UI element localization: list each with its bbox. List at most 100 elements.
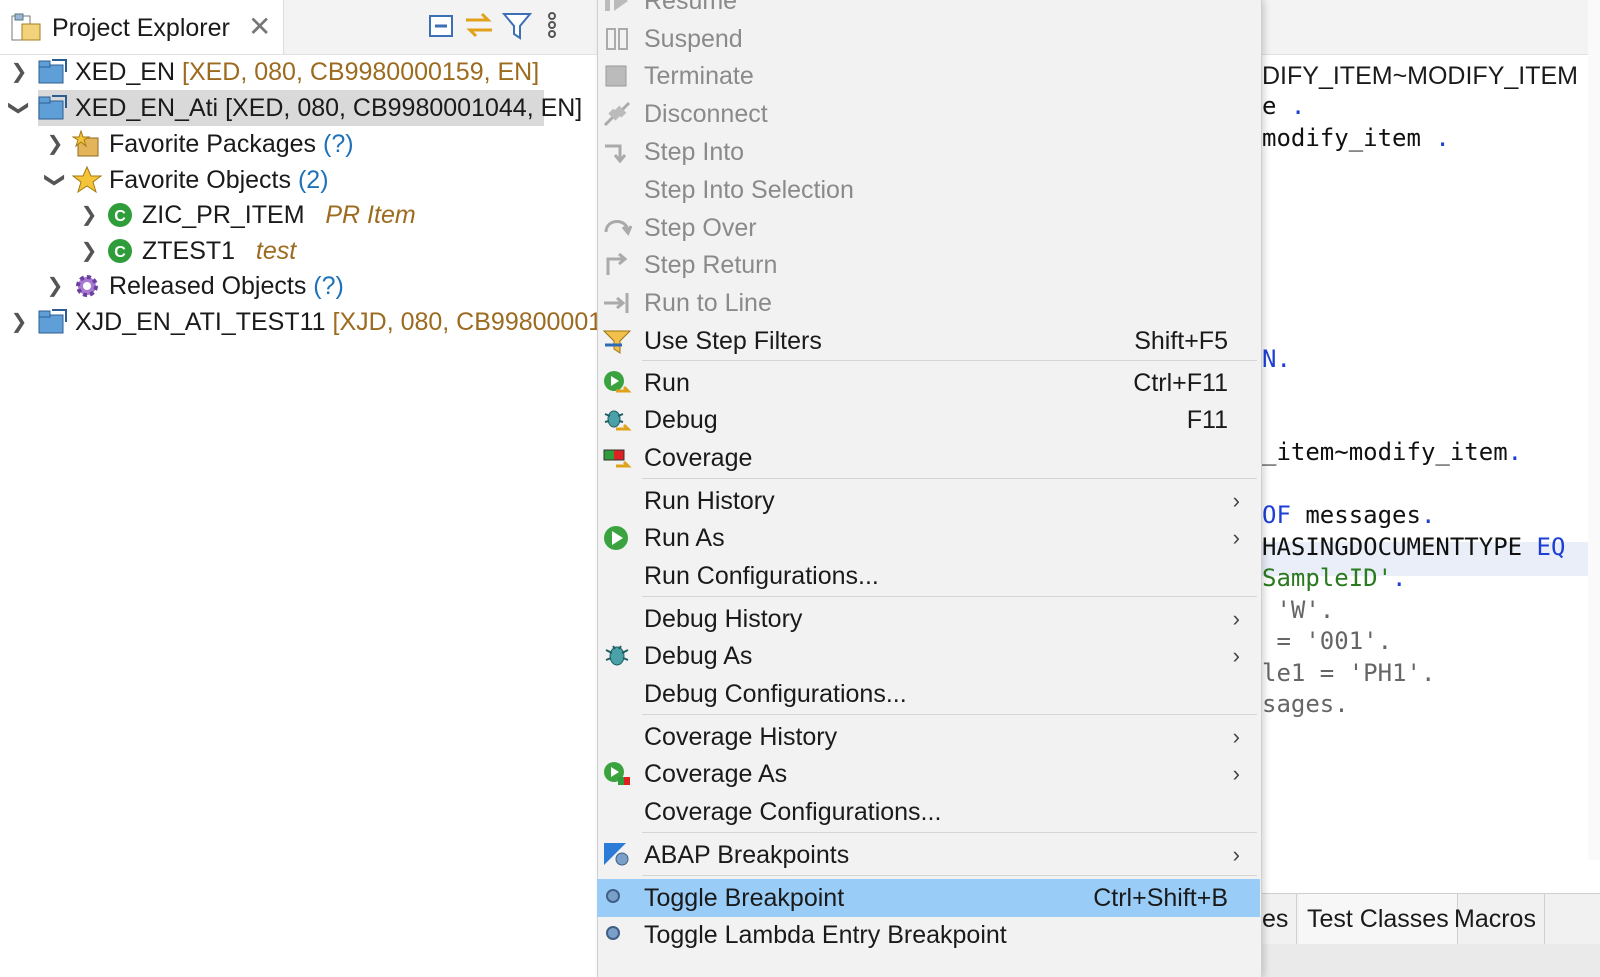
menu-item-debug-as[interactable]: Debug As ›	[597, 637, 1260, 675]
object-description: test	[255, 237, 297, 265]
menu-separator	[642, 714, 1257, 715]
project-name: XED_EN	[75, 58, 176, 86]
collapse-all-icon[interactable]	[424, 8, 458, 42]
run-icon	[604, 371, 632, 393]
code-line: SampleID'.	[1262, 564, 1407, 592]
expand-arrow-icon[interactable]: ❯	[44, 268, 66, 304]
gear-icon	[76, 275, 98, 297]
debug-as-bug-icon	[605, 645, 629, 666]
code-line: = '001'.	[1262, 627, 1393, 655]
coverage-as-icon	[604, 762, 630, 785]
expand-arrow-icon[interactable]: ❯	[8, 54, 30, 90]
menu-item-debug[interactable]: Debug F11	[597, 401, 1260, 439]
abap-project-icon	[38, 95, 67, 120]
code-line: OF messages.	[1262, 501, 1436, 529]
shortcut: Ctrl+Shift+B	[1093, 884, 1228, 912]
editor-tab-bar	[1262, 0, 1600, 55]
project-name: XED_EN_Ati	[75, 94, 219, 122]
favorite-packages-icon	[72, 130, 99, 157]
tab-project-explorer[interactable]: Project Explorer ✕	[0, 0, 284, 54]
suspend-icon	[606, 28, 628, 50]
code-line: _item~modify_item.	[1262, 438, 1523, 466]
menu-item-run-configurations[interactable]: Run Configurations...	[597, 557, 1260, 595]
tree-item-favorite-packages[interactable]: ❯ Favorite Packages (?)	[44, 126, 594, 162]
menu-item-toggle-lambda-entry-breakpoint[interactable]: Toggle Lambda Entry Breakpoint	[597, 916, 1260, 954]
breadcrumb[interactable]: DIFY_ITEM~MODIFY_ITEM ▶ if	[1262, 62, 1600, 91]
close-icon[interactable]: ✕	[248, 10, 271, 44]
coverage-icon	[603, 449, 632, 468]
menu-item-toggle-breakpoint[interactable]: Toggle Breakpoint Ctrl+Shift+B	[597, 879, 1260, 917]
menu-item-coverage-as[interactable]: Coverage As ›	[597, 755, 1260, 793]
step-into-icon	[605, 144, 627, 164]
menu-item-step-over: Step Over	[597, 209, 1260, 247]
abap-project-icon	[38, 309, 67, 334]
link-with-editor-icon[interactable]	[462, 8, 496, 42]
tree-item-xed-en[interactable]: ❯ XED_EN [XED, 080, CB9980000159, EN]	[8, 54, 598, 90]
menu-item-coverage-history[interactable]: Coverage History ›	[597, 718, 1260, 756]
abap-project-icon	[38, 59, 67, 84]
status-bar	[1262, 944, 1600, 977]
svg-text:C: C	[114, 244, 126, 261]
tree-item-favorite-objects[interactable]: ❯ Favorite Objects (2)	[44, 162, 594, 198]
tree-item-xjd-en-ati-test11[interactable]: ❯ XJD_EN_ATI_TEST11 [XJD, 080, CB9980000…	[8, 304, 598, 340]
tab-test-classes[interactable]: Test Classes	[1299, 894, 1458, 944]
shortcut: Shift+F5	[1134, 327, 1228, 355]
code-line: le1 = 'PH1'.	[1262, 659, 1436, 687]
code-line: sages.	[1262, 690, 1349, 718]
tree-item-released-objects[interactable]: ❯ Released Objects (?)	[44, 268, 594, 304]
svg-text:C: C	[114, 208, 126, 225]
project-name: XJD_EN_ATI_TEST11	[75, 308, 326, 336]
class-icon: C	[108, 239, 132, 263]
disconnect-icon	[603, 101, 631, 127]
menu-item-suspend: Suspend	[597, 20, 1260, 58]
terminate-icon	[605, 65, 627, 87]
expand-arrow-icon[interactable]: ❯	[8, 304, 30, 340]
collapse-arrow-icon[interactable]: ❯	[1, 97, 37, 119]
menu-item-coverage[interactable]: Coverage	[597, 439, 1260, 477]
menu-item-run[interactable]: Run Ctrl+F11	[597, 364, 1260, 402]
step-return-icon	[606, 252, 628, 275]
resume-icon	[605, 0, 628, 11]
step-filters-icon	[602, 330, 632, 354]
node-count: (2)	[297, 166, 329, 194]
menu-item-run-history[interactable]: Run History ›	[597, 482, 1260, 520]
menu-item-use-step-filters[interactable]: Use Step Filters Shift+F5	[597, 322, 1260, 360]
node-count: (?)	[323, 130, 354, 158]
tab-macros[interactable]: Macros	[1446, 894, 1545, 944]
menu-item-run-as[interactable]: Run As ›	[597, 519, 1260, 557]
code-line: modify_item .	[1262, 124, 1450, 152]
tree-item-xed-en-ati[interactable]: ❯ XED_EN_Ati [XED, 080, CB9980001044, EN…	[8, 90, 598, 126]
menu-item-coverage-configurations[interactable]: Coverage Configurations...	[597, 793, 1260, 831]
menu-item-abap-breakpoints[interactable]: ABAP Breakpoints ›	[597, 836, 1260, 874]
menu-separator	[642, 875, 1257, 876]
submenu-arrow-icon: ›	[1232, 488, 1240, 513]
object-name: ZTEST1	[142, 237, 236, 265]
view-menu-icon[interactable]	[542, 8, 576, 42]
project-explorer-icon	[11, 13, 41, 41]
class-icon: C	[108, 203, 132, 227]
code-line: HASINGDOCUMENTTYPE EQ	[1262, 533, 1566, 561]
shortcut: Ctrl+F11	[1133, 369, 1228, 397]
submenu-arrow-icon: ›	[1232, 525, 1240, 550]
expand-arrow-icon[interactable]: ❯	[44, 126, 66, 162]
expand-arrow-icon[interactable]: ❯	[78, 197, 100, 233]
object-name: ZIC_PR_ITEM	[142, 201, 305, 229]
filter-icon[interactable]	[500, 8, 534, 42]
project-decoration: [XJD, 080, CB9980000152,	[332, 308, 598, 336]
expand-arrow-icon[interactable]: ❯	[78, 233, 100, 269]
run-as-icon	[604, 526, 628, 550]
menu-separator	[642, 360, 1257, 361]
object-description: PR Item	[325, 201, 416, 229]
editor-scrollbar[interactable]	[1588, 0, 1600, 860]
tree-item-ztest1[interactable]: ❯ C ZTEST1 test	[78, 233, 598, 269]
breadcrumb-method[interactable]: DIFY_ITEM~MODIFY_ITEM	[1262, 62, 1578, 90]
editor-bottom-tabs: es Test Classes Macros	[1262, 893, 1600, 945]
tree-item-zic-pr-item[interactable]: ❯ C ZIC_PR_ITEM PR Item	[78, 197, 598, 233]
collapse-arrow-icon[interactable]: ❯	[37, 169, 73, 191]
menu-separator	[642, 478, 1257, 479]
menu-item-resume: Resume	[597, 0, 1260, 20]
menu-item-debug-configurations[interactable]: Debug Configurations...	[597, 675, 1260, 713]
menu-separator	[642, 596, 1257, 597]
debug-bug-icon	[604, 410, 632, 431]
menu-item-debug-history[interactable]: Debug History ›	[597, 600, 1260, 638]
